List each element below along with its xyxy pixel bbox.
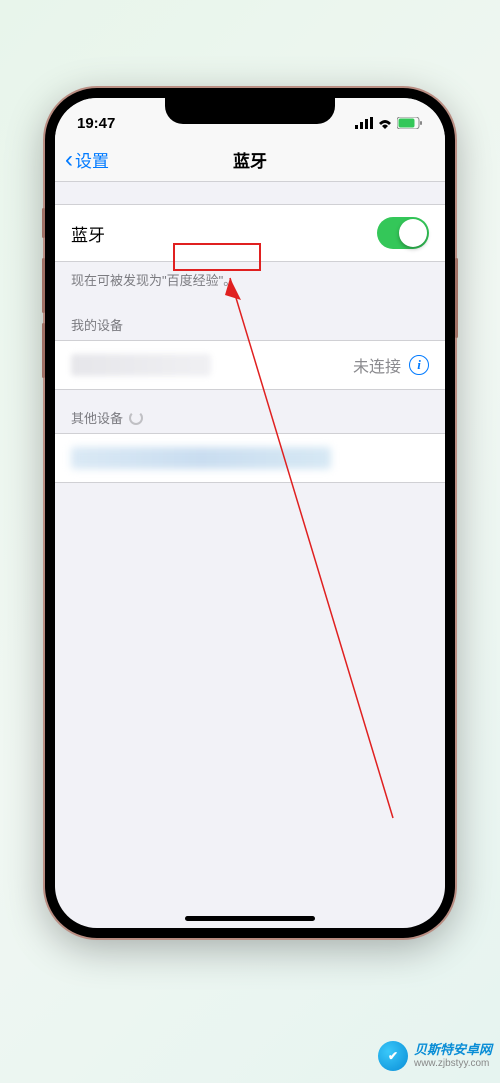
device-status-group: 未连接 i [353, 353, 429, 377]
bluetooth-toggle[interactable] [377, 217, 429, 249]
watermark-text: 贝斯特安卓网 www.zjbstyy.com [414, 1042, 492, 1070]
phone-screen: 19:47 ‹ 设置 蓝牙 蓝牙 现在可被发现为"百度经验"。 [55, 98, 445, 928]
device-status-text: 未连接 [353, 353, 401, 377]
info-icon[interactable]: i [409, 355, 429, 375]
phone-frame: 19:47 ‹ 设置 蓝牙 蓝牙 现在可被发现为"百度经验"。 [45, 88, 455, 938]
volume-up-button [42, 258, 45, 313]
status-icons [355, 117, 423, 129]
toggle-knob [399, 219, 427, 247]
discoverable-prefix: 现在可被发现为 [71, 273, 162, 288]
device-name-redacted [71, 354, 211, 376]
signal-icon [355, 117, 373, 129]
status-time: 19:47 [77, 115, 115, 132]
other-devices-label: 其他设备 [71, 408, 123, 427]
nav-bar: ‹ 设置 蓝牙 [55, 138, 445, 182]
device-name-redacted-2 [71, 447, 331, 469]
page-title: 蓝牙 [233, 147, 267, 172]
notch [165, 98, 335, 124]
device-row-2[interactable] [55, 433, 445, 483]
discoverable-name: "百度经验" [162, 273, 223, 288]
wifi-icon [377, 117, 393, 129]
back-label: 设置 [75, 147, 109, 172]
content-area: 蓝牙 现在可被发现为"百度经验"。 我的设备 未连接 i 其他设备 [55, 204, 445, 483]
spinner-icon [129, 411, 143, 425]
watermark-logo-icon: ✔ [378, 1041, 408, 1071]
discoverable-suffix: 。 [223, 273, 236, 288]
discoverable-text: 现在可被发现为"百度经验"。 [55, 262, 445, 297]
bluetooth-toggle-row[interactable]: 蓝牙 [55, 204, 445, 262]
other-devices-header: 其他设备 [55, 390, 445, 433]
watermark-url: www.zjbstyy.com [414, 1058, 492, 1070]
power-button [455, 258, 458, 338]
side-button [42, 208, 45, 238]
home-indicator[interactable] [185, 916, 315, 921]
my-devices-header: 我的设备 [55, 297, 445, 340]
battery-icon [397, 117, 423, 129]
chevron-left-icon: ‹ [65, 148, 73, 172]
device-row-1[interactable]: 未连接 i [55, 340, 445, 390]
back-button[interactable]: ‹ 设置 [55, 147, 109, 172]
volume-down-button [42, 323, 45, 378]
watermark: ✔ 贝斯特安卓网 www.zjbstyy.com [378, 1041, 492, 1071]
bluetooth-label: 蓝牙 [71, 221, 105, 246]
watermark-title: 贝斯特安卓网 [414, 1042, 492, 1058]
